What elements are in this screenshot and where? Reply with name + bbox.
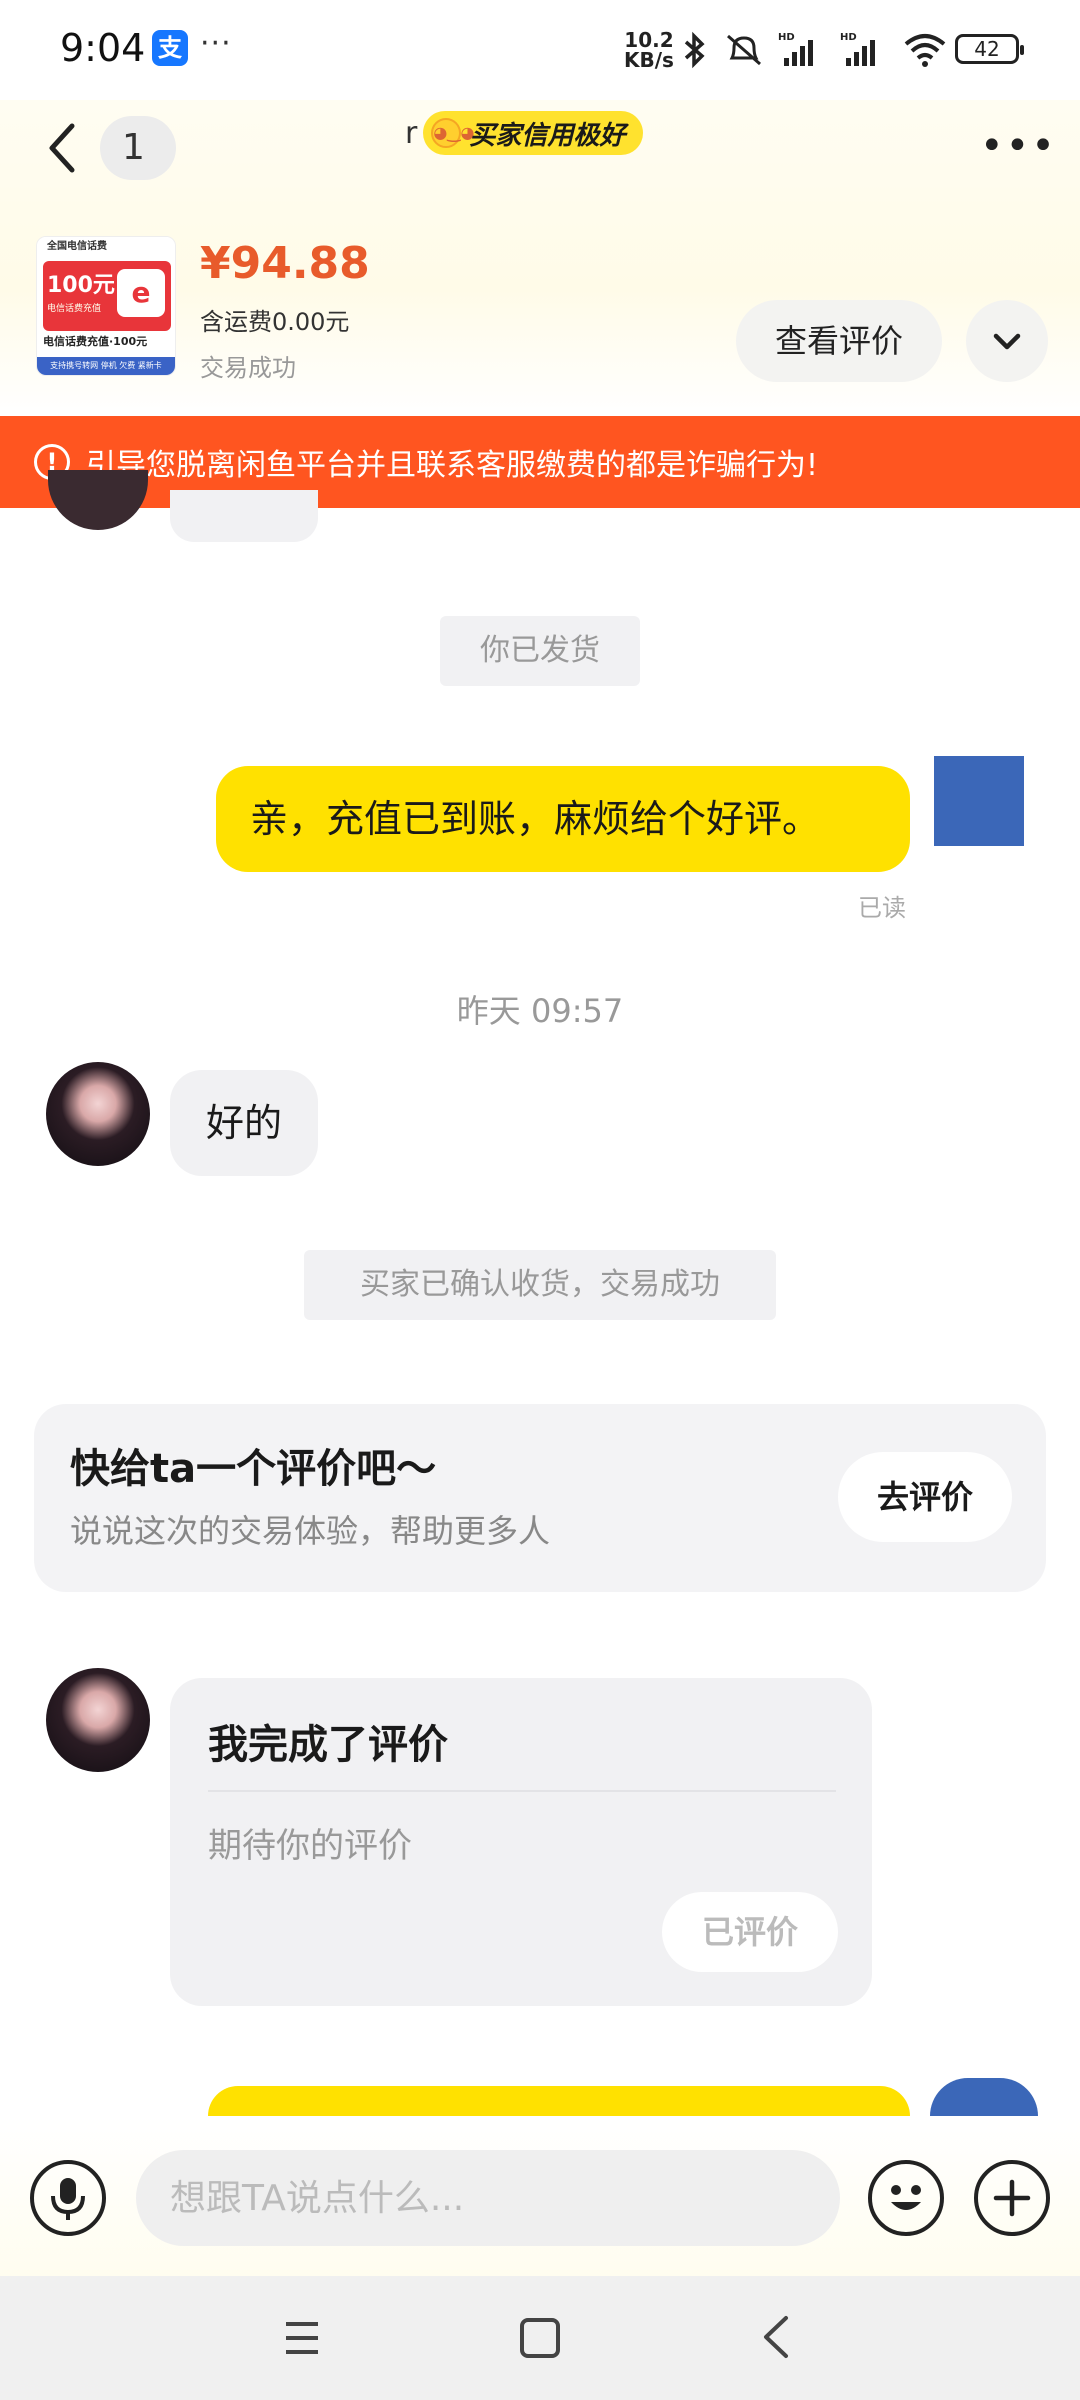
thumb-top-label: 全国电信话费	[37, 237, 175, 257]
reviewed-button[interactable]: 已评价	[662, 1892, 838, 1972]
voice-button[interactable]	[30, 2160, 106, 2236]
read-status: 已读	[858, 894, 906, 922]
battery-icon: 42	[955, 34, 1024, 64]
signal-hd-2-icon: HD	[840, 32, 875, 66]
go-review-button[interactable]: 去评价	[838, 1452, 1012, 1542]
thumb-sub-label: 电信话费充值	[47, 304, 102, 314]
system-message-confirmed: 买家已确认收货，交易成功	[304, 1250, 776, 1320]
more-notifications-icon: ···	[200, 26, 232, 61]
more-options-icon[interactable]: •••	[980, 126, 1055, 166]
plus-icon	[993, 2179, 1031, 2217]
expand-button[interactable]	[966, 300, 1048, 382]
wifi-icon	[904, 34, 946, 67]
emoji-button[interactable]	[868, 2160, 944, 2236]
contact-name: r	[405, 115, 418, 151]
back-arrow-icon[interactable]	[38, 118, 88, 178]
review-done-subtitle: 期待你的评价	[208, 1826, 412, 1866]
telecom-logo-icon: e	[117, 269, 165, 317]
chevron-down-icon	[993, 333, 1021, 350]
message-timestamp: 昨天 09:57	[456, 992, 624, 1030]
my-message-bubble[interactable]: 亲，充值已到账，麻烦给个好评。	[216, 766, 910, 872]
review-prompt-subtitle: 说说这次的交易体验，帮助更多人	[70, 1512, 551, 1550]
thumb-main-panel: 100元 电信话费充值 e	[43, 261, 171, 331]
microphone-icon	[51, 2178, 85, 2220]
view-review-button[interactable]: 查看评价	[736, 300, 942, 382]
unread-count-badge[interactable]: 1	[100, 116, 176, 180]
alipay-notification-icon: 支	[152, 30, 188, 66]
trade-status: 交易成功	[200, 354, 296, 382]
message-input[interactable]	[136, 2150, 840, 2246]
recent-apps-icon[interactable]	[282, 2316, 322, 2360]
network-speed: 10.2 KB/s	[624, 30, 674, 70]
shipping-fee: 含运费0.00元	[200, 308, 350, 336]
review-prompt-title: 快给ta一个评价吧～	[70, 1446, 437, 1492]
home-icon[interactable]	[520, 2318, 560, 2358]
message-bubble-partial	[170, 490, 318, 542]
contact-avatar[interactable]	[46, 1062, 150, 1166]
fraud-warning-banner: ! 引导您脱离闲鱼平台并且联系客服缴费的都是诈骗行为!	[0, 416, 1080, 508]
my-avatar[interactable]	[934, 756, 1024, 846]
mute-icon	[727, 34, 761, 66]
thumb-product-line: 电信话费充值·100元	[43, 335, 148, 348]
contact-avatar[interactable]	[46, 1668, 150, 1772]
product-thumbnail[interactable]: 全国电信话费 100元 电信话费充值 e 电信话费充值·100元 支持携号转网 …	[36, 236, 176, 376]
signal-hd-1-icon: HD	[778, 32, 813, 66]
svg-text:HD: HD	[778, 32, 795, 43]
divider	[208, 1790, 836, 1792]
thumb-amount: 100元	[47, 273, 115, 298]
contact-message-bubble[interactable]: 好的	[170, 1070, 318, 1176]
status-time: 9:04	[60, 26, 146, 70]
fraud-warning-text: 引导您脱离闲鱼平台并且联系客服缴费的都是诈骗行为!	[86, 448, 819, 483]
more-actions-button[interactable]	[974, 2160, 1050, 2236]
bluetooth-icon	[684, 31, 705, 69]
network-speed-unit: KB/s	[624, 48, 674, 72]
my-message-bubble-partial	[208, 2086, 910, 2116]
thumb-footer: 支持携号转网 停机 欠费 紧新卡	[37, 357, 175, 375]
status-bar: 9:04 支 ··· 10.2 KB/s HD HD 42	[0, 0, 1080, 100]
system-back-icon[interactable]	[756, 2312, 796, 2362]
product-price: ¥94.88	[200, 238, 370, 289]
review-done-title: 我完成了评价	[208, 1722, 448, 1768]
credit-badge: ◕‿◕ 买家信用极好	[423, 111, 644, 155]
emoji-icon	[891, 2185, 921, 2210]
smile-emoji-icon: ◕‿◕	[431, 118, 475, 148]
my-avatar-partial	[930, 2078, 1038, 2116]
system-message-shipped: 你已发货	[440, 616, 640, 686]
status-icons: HD HD	[680, 30, 948, 70]
credit-badge-label: 买家信用极好	[469, 120, 626, 151]
svg-text:HD: HD	[840, 32, 857, 43]
network-speed-value: 10.2	[624, 28, 674, 52]
contact-avatar-partial[interactable]	[48, 470, 148, 530]
chat-title: r ◕‿◕ 买家信用极好	[405, 110, 644, 156]
